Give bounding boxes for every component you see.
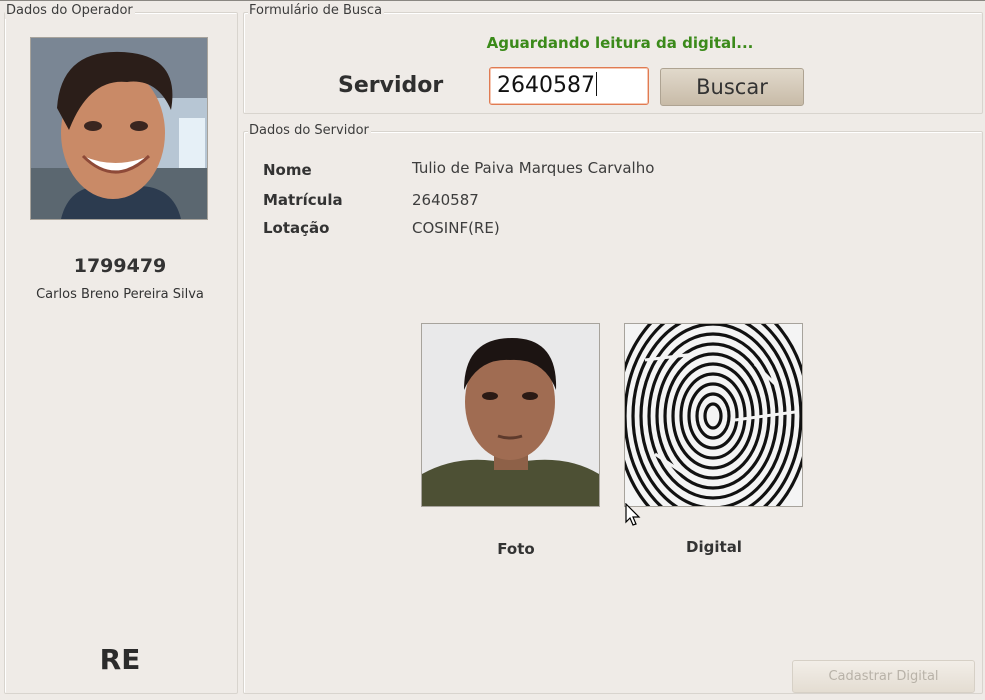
mouse-pointer-icon	[625, 503, 641, 526]
server-data-title: Dados do Servidor	[248, 123, 371, 139]
operator-name: Carlos Breno Pereira Silva	[36, 287, 204, 302]
server-data-panel	[243, 131, 983, 694]
field-value-nome: Tulio de Paiva Marques Carvalho	[412, 159, 655, 177]
field-label-matricula: Matrícula	[263, 191, 343, 209]
search-button[interactable]: Buscar	[660, 68, 804, 106]
fingerprint-status: Aguardando leitura da digital...	[486, 34, 754, 52]
servidor-input-value: 2640587	[497, 73, 595, 98]
servidor-label: Servidor	[338, 73, 444, 98]
search-form-title: Formulário de Busca	[248, 3, 385, 19]
register-fingerprint-button[interactable]: Cadastrar Digital	[792, 660, 975, 693]
fingerprint-caption: Digital	[686, 538, 742, 556]
window-top-border	[0, 0, 985, 1]
operator-id: 1799479	[73, 255, 167, 277]
field-value-matricula: 2640587	[412, 191, 479, 209]
operator-panel-title: Dados do Operador	[5, 3, 135, 19]
field-label-lotacao: Lotação	[263, 219, 330, 237]
fingerprint-image	[624, 323, 803, 507]
server-photo	[421, 323, 600, 507]
servidor-input[interactable]: 2640587	[489, 67, 649, 105]
photo-caption: Foto	[497, 540, 535, 558]
operator-photo	[30, 37, 208, 220]
operator-unit: RE	[99, 643, 141, 676]
field-label-nome: Nome	[263, 161, 312, 179]
field-value-lotacao: COSINF(RE)	[412, 219, 500, 237]
text-caret	[595, 72, 597, 96]
